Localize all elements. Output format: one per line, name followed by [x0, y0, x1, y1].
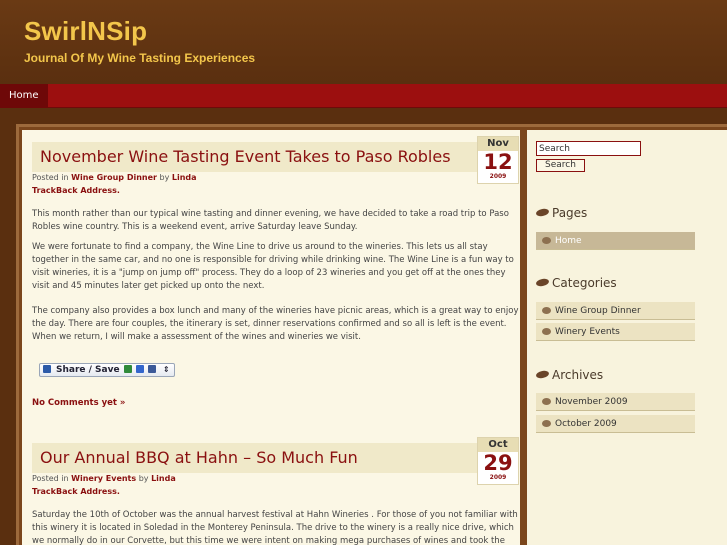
search-input[interactable] — [536, 141, 641, 156]
post-title-bar: Our Annual BBQ at Hahn – So Much Fun — [32, 443, 478, 473]
author-link[interactable]: Linda — [172, 173, 197, 182]
sidebar-item-label: Wine Group Dinner — [555, 306, 641, 316]
comments-link[interactable]: No Comments yet » — [32, 398, 125, 408]
bullet-icon — [542, 307, 551, 314]
trackback-link[interactable]: TrackBack Address. — [32, 487, 120, 496]
sidebar-item-november-2009[interactable]: November 2009 — [536, 393, 695, 411]
sidebar-item-label: Winery Events — [555, 327, 620, 337]
site-title[interactable]: SwirlNSip — [24, 16, 147, 47]
main-nav: Home — [0, 84, 727, 108]
post-title[interactable]: Our Annual BBQ at Hahn – So Much Fun — [40, 448, 358, 467]
date-month: Nov — [478, 137, 518, 151]
search-button[interactable]: Search — [536, 159, 585, 172]
sidebar-item-winery-events[interactable]: Winery Events — [536, 323, 695, 341]
meta-prefix: Posted in — [32, 173, 69, 182]
delicious-icon — [136, 365, 144, 373]
site-header: SwirlNSip Journal Of My Wine Tasting Exp… — [0, 0, 727, 84]
sidebar-item-label: October 2009 — [555, 419, 617, 429]
date-year: 2009 — [489, 173, 507, 180]
nav-home-link[interactable]: Home — [0, 84, 48, 108]
facebook-icon — [148, 365, 156, 373]
date-day: 29 — [483, 451, 513, 475]
bullet-icon — [542, 237, 551, 244]
sidebar-item-home[interactable]: Home — [536, 232, 695, 250]
post-paragraph: Saturday the 10th of October was the ann… — [32, 510, 518, 545]
bullet-icon — [542, 328, 551, 335]
widget-title-categories: Categories — [552, 276, 617, 290]
date-badge: Nov 12 2009 — [477, 136, 519, 184]
date-badge: Oct 29 2009 — [477, 437, 519, 485]
date-month: Oct — [478, 438, 518, 452]
trackback-link[interactable]: TrackBack Address. — [32, 186, 120, 195]
post-meta: Posted in Winery Events by Linda — [32, 474, 176, 483]
date-year: 2009 — [489, 474, 507, 481]
category-link[interactable]: Winery Events — [71, 474, 136, 483]
category-link[interactable]: Wine Group Dinner — [71, 173, 157, 182]
date-day: 12 — [483, 150, 513, 174]
post-title-bar: November Wine Tasting Event Takes to Pas… — [32, 142, 478, 172]
post-paragraph: The company also provides a box lunch an… — [32, 306, 519, 342]
main-content: November Wine Tasting Event Takes to Pas… — [22, 130, 520, 545]
sidebar-item-wine-group-dinner[interactable]: Wine Group Dinner — [536, 302, 695, 320]
post-meta: Posted in Wine Group Dinner by Linda — [32, 173, 197, 182]
arrows-icon: ⇕ — [163, 365, 170, 374]
author-link[interactable]: Linda — [151, 474, 176, 483]
email-icon — [124, 365, 132, 373]
site-tagline: Journal Of My Wine Tasting Experiences — [24, 51, 256, 65]
post-paragraph: This month rather than our typical wine … — [32, 209, 509, 232]
sidebar-item-label: November 2009 — [555, 397, 628, 407]
widget-title-archives: Archives — [552, 368, 604, 382]
post-paragraph: We were fortunate to find a company, the… — [32, 242, 514, 291]
sidebar-item-october-2009[interactable]: October 2009 — [536, 415, 695, 433]
share-plus-icon — [43, 365, 51, 373]
meta-by: by — [138, 474, 149, 483]
share-label: Share / Save — [56, 365, 120, 375]
widget-title-pages: Pages — [552, 206, 588, 220]
sidebar-item-label: Home — [555, 236, 582, 246]
meta-prefix: Posted in — [32, 474, 69, 483]
share-save-button[interactable]: Share / Save ⇕ — [39, 363, 175, 377]
post-title[interactable]: November Wine Tasting Event Takes to Pas… — [40, 147, 451, 166]
meta-by: by — [159, 173, 170, 182]
bullet-icon — [542, 398, 551, 405]
bullet-icon — [542, 420, 551, 427]
